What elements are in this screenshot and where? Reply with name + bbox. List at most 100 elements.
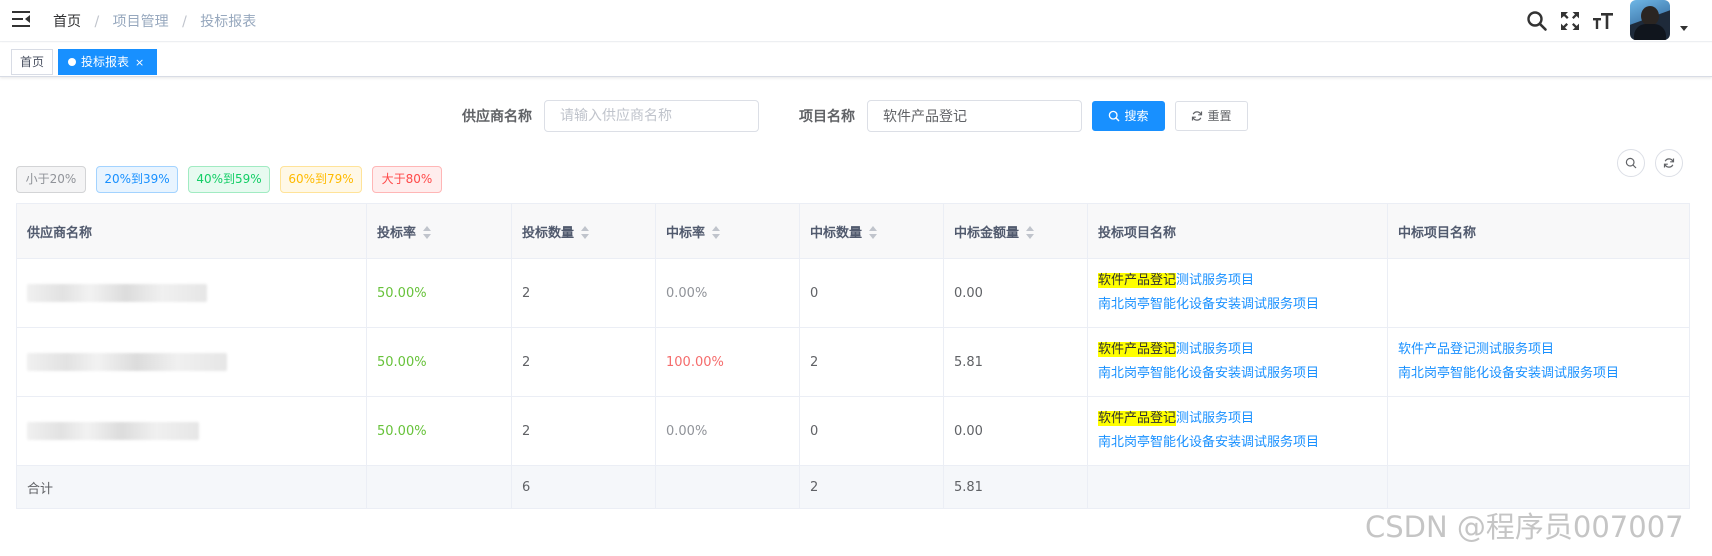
font-size-icon[interactable] [1591, 9, 1615, 33]
reset-button[interactable]: 重置 [1175, 101, 1248, 131]
win-amount-cell: 0.00 [943, 396, 1088, 466]
column-header-win-projects: 中标项目名称 [1387, 203, 1690, 259]
bid-projects-cell: 软件产品登记测试服务项目 南北岗亭智能化设备安装调试服务项目 [1087, 327, 1388, 397]
supplier-cell [16, 258, 367, 328]
rate-filter-tag[interactable]: 20%到39% [96, 166, 178, 193]
bid-project-link[interactable]: 南北岗亭智能化设备安装调试服务项目 [1098, 362, 1377, 386]
bid-rate-cell: 50.00% [366, 258, 512, 328]
bid-report-table: 供应商名称 投标率 投标数量 中标率 中标数量 中标金额量 投标项目名称 中标项… [16, 203, 1690, 509]
bid-count-cell: 2 [511, 327, 656, 397]
bid-rate-cell: 50.00% [366, 396, 512, 466]
fullscreen-icon[interactable] [1558, 9, 1582, 33]
redacted-supplier-name [27, 353, 227, 371]
breadcrumb-home[interactable]: 首页 [53, 11, 81, 31]
active-dot-icon [68, 58, 76, 66]
rate-filter-tag[interactable]: 小于20% [16, 166, 86, 193]
win-amount-cell: 0.00 [943, 258, 1088, 328]
search-highlight: 软件产品登记 [1098, 273, 1177, 288]
bid-project-link[interactable]: 南北岗亭智能化设备安装调试服务项目 [1098, 293, 1377, 317]
bid-project-link[interactable]: 南北岗亭智能化设备安装调试服务项目 [1098, 431, 1377, 455]
column-header-bid-projects: 投标项目名称 [1087, 203, 1388, 259]
refresh-icon [1663, 158, 1675, 168]
win-count-cell: 2 [799, 327, 944, 397]
win-project-link[interactable]: 南北岗亭智能化设备安装调试服务项目 [1398, 362, 1679, 386]
win-amount-cell: 5.81 [943, 327, 1088, 397]
rate-filter-tag[interactable]: 大于80% [372, 166, 442, 193]
tab-home[interactable]: 首页 [11, 49, 53, 75]
sort-icon[interactable] [422, 225, 432, 240]
summary-label: 合计 [16, 465, 367, 509]
bid-project-link[interactable]: 软件产品登记测试服务项目 [1098, 269, 1377, 293]
summary-row: 合计 6 2 5.81 [16, 465, 1690, 509]
win-projects-cell [1387, 396, 1690, 466]
win-count-cell: 0 [799, 396, 944, 466]
column-header-win-amount[interactable]: 中标金额量 [943, 203, 1088, 259]
column-header-win-count[interactable]: 中标数量 [799, 203, 944, 259]
breadcrumb-separator: / [94, 14, 100, 30]
tags-view: 首页 投标报表 × [0, 43, 1712, 77]
table-row: 50.00% 2 0.00% 0 0.00 软件产品登记测试服务项目 南北岗亭智能化设备安装… [16, 258, 1690, 328]
bid-rate-cell: 50.00% [366, 327, 512, 397]
bid-count-cell: 2 [511, 258, 656, 328]
supplier-name-label: 供应商名称 [462, 109, 532, 125]
search-button[interactable]: 搜索 [1092, 101, 1165, 131]
summary-win-amount: 5.81 [943, 465, 1088, 509]
search-button-label: 搜索 [1124, 109, 1149, 123]
win-rate-cell: 0.00% [655, 396, 800, 466]
win-projects-cell [1387, 258, 1690, 328]
search-highlight: 软件产品登记 [1098, 342, 1177, 357]
win-rate-cell: 0.00% [655, 258, 800, 328]
summary-win-count: 2 [799, 465, 944, 509]
watermark: CSDN @程序员007007 [1365, 510, 1684, 544]
bid-count-cell: 2 [511, 396, 656, 466]
column-header-win-rate[interactable]: 中标率 [655, 203, 800, 259]
hamburger-icon[interactable] [12, 11, 30, 27]
breadcrumb-separator: / [182, 14, 187, 30]
bid-projects-cell: 软件产品登记测试服务项目 南北岗亭智能化设备安装调试服务项目 [1087, 258, 1388, 328]
sort-icon[interactable] [1025, 225, 1035, 240]
supplier-name-input[interactable] [544, 100, 759, 132]
table-header-row: 供应商名称 投标率 投标数量 中标率 中标数量 中标金额量 投标项目名称 中标项… [16, 203, 1690, 259]
project-name-input[interactable] [867, 100, 1082, 132]
sort-icon[interactable] [868, 225, 878, 240]
bid-project-link[interactable]: 软件产品登记测试服务项目 [1098, 407, 1377, 431]
tab-bid-report-label: 投标报表 [81, 55, 130, 69]
reset-button-label: 重置 [1207, 109, 1232, 123]
toggle-search-button[interactable] [1617, 149, 1645, 177]
win-project-link[interactable]: 软件产品登记测试服务项目 [1398, 338, 1679, 362]
redacted-supplier-name [27, 284, 207, 302]
sort-icon[interactable] [580, 225, 590, 240]
table-row: 50.00% 2 0.00% 0 0.00 软件产品登记测试服务项目 南北岗亭智能化设备安装… [16, 396, 1690, 466]
tab-bid-report[interactable]: 投标报表 × [58, 49, 157, 75]
project-name-label: 项目名称 [799, 109, 855, 125]
supplier-cell [16, 396, 367, 466]
column-header-bid-count[interactable]: 投标数量 [511, 203, 656, 259]
refresh-button[interactable] [1655, 149, 1683, 177]
close-icon[interactable]: × [135, 56, 144, 69]
bid-projects-cell: 软件产品登记测试服务项目 南北岗亭智能化设备安装调试服务项目 [1087, 396, 1388, 466]
breadcrumb: 首页 / 项目管理 / 投标报表 [53, 11, 256, 31]
breadcrumb-project-management[interactable]: 项目管理 [113, 11, 169, 31]
search-icon[interactable] [1525, 9, 1549, 33]
column-header-bid-rate[interactable]: 投标率 [366, 203, 512, 259]
supplier-cell [16, 327, 367, 397]
breadcrumb-current: 投标报表 [200, 14, 257, 30]
caret-down-icon[interactable] [1680, 26, 1688, 31]
win-projects-cell: 软件产品登记测试服务项目 南北岗亭智能化设备安装调试服务项目 [1387, 327, 1690, 397]
win-count-cell: 0 [799, 258, 944, 328]
column-header-supplier: 供应商名称 [16, 203, 367, 259]
rate-filter-tag[interactable]: 60%到79% [280, 166, 362, 193]
redacted-supplier-name [27, 422, 199, 440]
sort-icon[interactable] [711, 225, 721, 240]
search-highlight: 软件产品登记 [1098, 411, 1177, 426]
rate-filter-tag[interactable]: 40%到59% [188, 166, 270, 193]
refresh-icon [1192, 111, 1203, 121]
summary-bid-count: 6 [511, 465, 656, 509]
bid-project-link[interactable]: 软件产品登记测试服务项目 [1098, 338, 1377, 362]
win-rate-cell: 100.00% [655, 327, 800, 397]
table-row: 50.00% 2 100.00% 2 5.81 软件产品登记测试服务项目 南北岗亭智能化设备… [16, 327, 1690, 397]
navbar: 首页 / 项目管理 / 投标报表 [0, 0, 1712, 42]
avatar[interactable] [1630, 0, 1670, 40]
search-icon [1625, 157, 1637, 169]
search-icon [1109, 110, 1120, 122]
